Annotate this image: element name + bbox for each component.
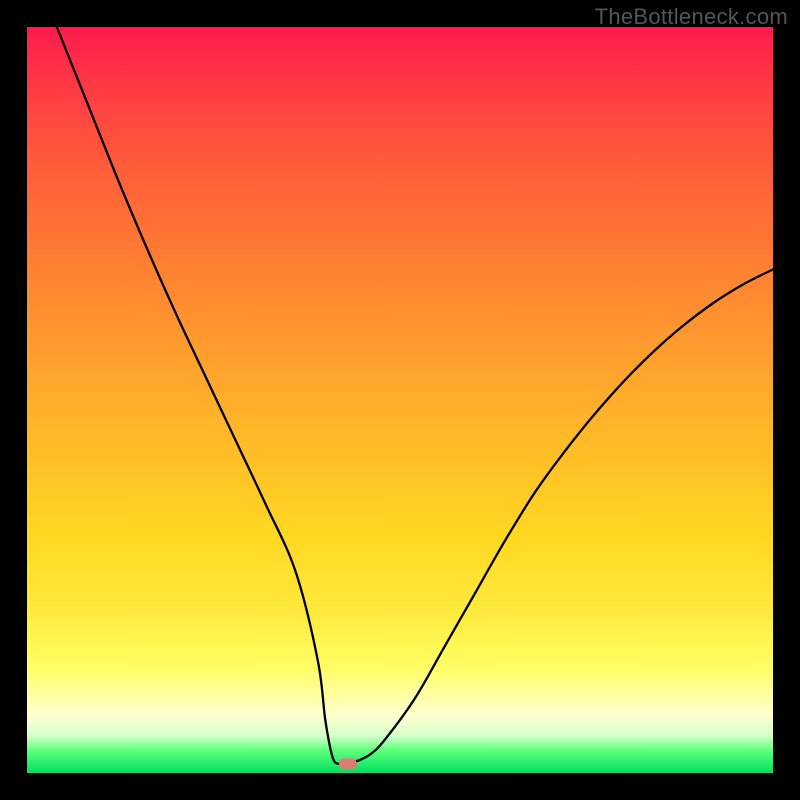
bottleneck-curve-path [57, 27, 773, 765]
min-marker-icon [339, 759, 357, 770]
watermark-text: TheBottleneck.com [595, 4, 788, 30]
bottleneck-curve-svg [27, 27, 773, 773]
chart-frame: TheBottleneck.com [0, 0, 800, 800]
plot-area [27, 27, 773, 773]
